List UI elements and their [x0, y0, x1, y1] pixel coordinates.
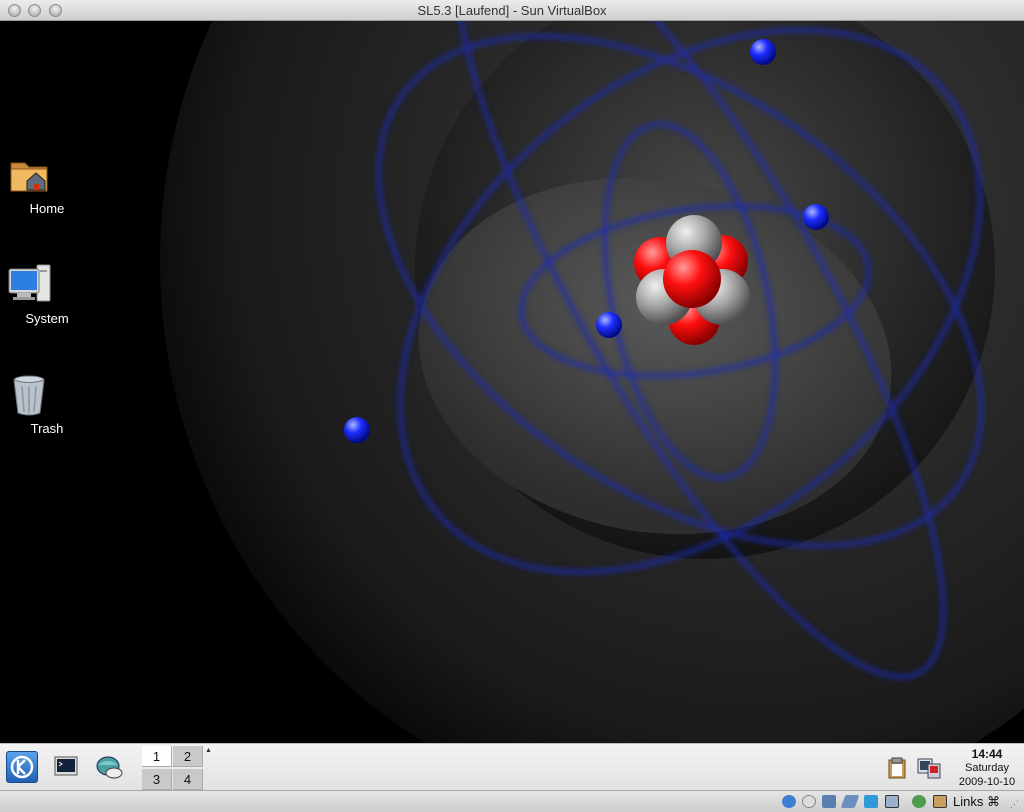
pager-desktop-1[interactable]: 1: [142, 746, 172, 767]
computer-icon: [8, 263, 69, 307]
desktop-icon-label: System: [25, 311, 69, 326]
terminal-icon: [54, 756, 78, 776]
konqueror-icon: [96, 756, 123, 779]
desktop-icon-label: Home: [29, 201, 65, 216]
usb-icon[interactable]: [840, 795, 860, 808]
virtualbox-status-bar: Links ⌘ ⋰: [0, 790, 1024, 812]
desktop[interactable]: Home System Trash: [0, 21, 1024, 743]
klipper-tray[interactable]: [886, 756, 908, 780]
kde-menu-button[interactable]: [6, 751, 38, 783]
home-folder-icon: [10, 153, 69, 197]
terminal-launcher[interactable]: [53, 755, 79, 779]
desktop-pager[interactable]: 1 2 3 4: [142, 746, 204, 790]
pager-scroll-arrow[interactable]: ▲: [205, 747, 212, 787]
clipboard-icon: [888, 757, 906, 779]
kde-logo-icon: [10, 755, 34, 779]
clock-time: 14:44: [971, 747, 1003, 761]
window-title: SL5.3 [Laufend] - Sun VirtualBox: [417, 3, 607, 18]
desktop-icon-label: Trash: [30, 421, 64, 436]
virtualization-icon[interactable]: [885, 795, 899, 808]
host-key-label: Links ⌘: [953, 794, 1000, 809]
mouse-integration-icon[interactable]: [912, 795, 926, 808]
pager-desktop-2[interactable]: 2: [173, 746, 203, 767]
pager-desktop-3[interactable]: 3: [142, 769, 172, 790]
desktop-icon-home[interactable]: Home: [7, 153, 87, 216]
resize-grip[interactable]: ⋰: [1010, 799, 1020, 809]
network-tray[interactable]: [916, 756, 942, 780]
optical-drive-icon[interactable]: [802, 795, 816, 808]
network-adapters-icon[interactable]: [822, 795, 836, 808]
clock-day: Saturday: [964, 762, 1010, 774]
trash-icon: [13, 373, 69, 417]
virtualbox-window: SL5.3 [Laufend] - Sun VirtualBox Home Sy…: [0, 0, 1024, 812]
desktop-icon-system[interactable]: System: [7, 263, 87, 326]
pager-desktop-4[interactable]: 4: [173, 769, 203, 790]
title-bar[interactable]: SL5.3 [Laufend] - Sun VirtualBox: [0, 0, 1024, 21]
panel-clock[interactable]: 14:44 Saturday 2009-10-10: [950, 747, 1024, 789]
kde-panel: 1 2 3 4 ▲ 14:44 Saturday 2009-10-10: [0, 743, 1024, 790]
browser-launcher[interactable]: [94, 753, 124, 781]
network-monitor-icon: [917, 758, 941, 779]
hard-disk-icon[interactable]: [782, 795, 796, 808]
desktop-icon-trash[interactable]: Trash: [7, 373, 87, 436]
shared-folders-icon[interactable]: [864, 795, 878, 808]
atom-wallpaper: [0, 21, 1024, 743]
clock-date: 2009-10-10: [958, 776, 1016, 788]
keyboard-capture-icon[interactable]: [933, 795, 947, 808]
